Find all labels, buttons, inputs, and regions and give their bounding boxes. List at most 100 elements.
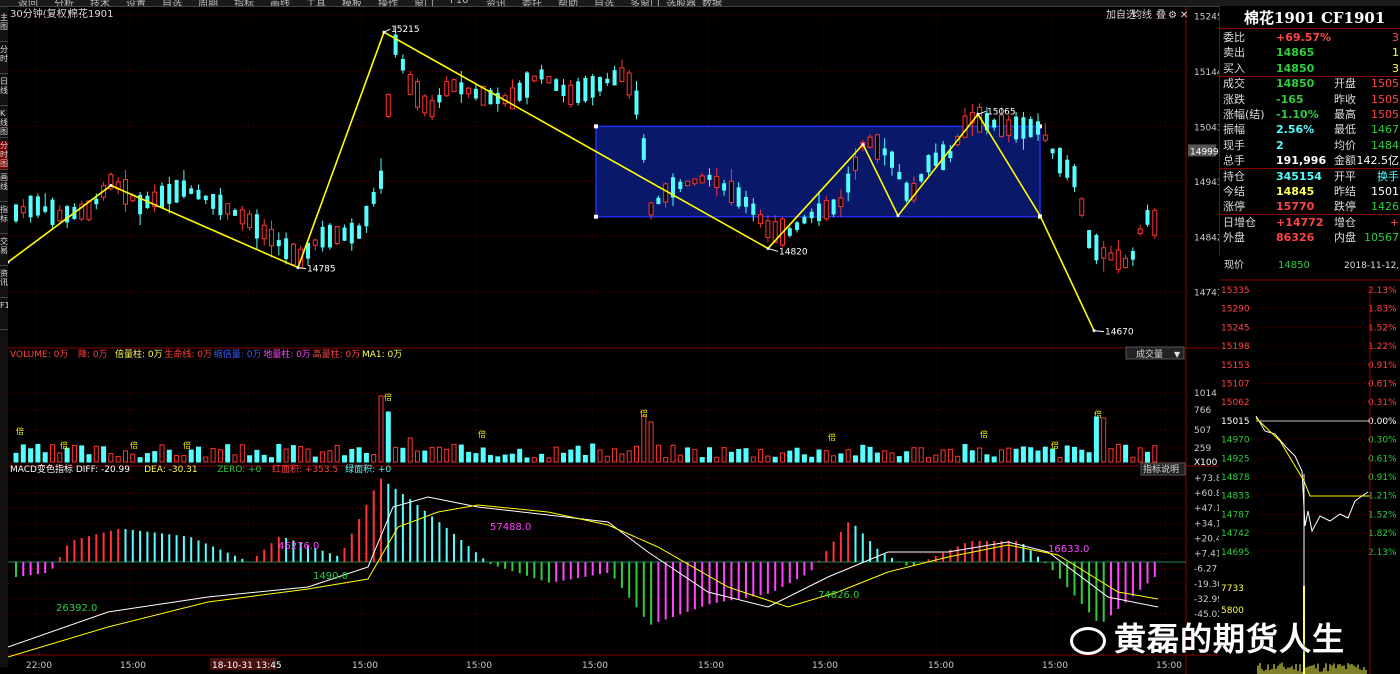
toolbar-item[interactable]: 自选 bbox=[162, 0, 182, 6]
left-tab[interactable]: 分时图 bbox=[0, 141, 8, 170]
wave-point bbox=[1038, 214, 1042, 218]
candle-body-down bbox=[795, 222, 800, 231]
toolbar-item[interactable]: 委托 bbox=[522, 0, 542, 6]
price-tick: 14741 bbox=[1194, 289, 1219, 299]
candle-body-down bbox=[787, 228, 792, 236]
volume-bar bbox=[736, 448, 742, 463]
candle-body-up bbox=[1123, 257, 1129, 269]
quote-value: +69.57% bbox=[1276, 31, 1332, 44]
toolbar-item[interactable]: 分析 bbox=[54, 0, 74, 6]
candle-body-up bbox=[334, 226, 340, 245]
double-volume-marker: 倍 bbox=[384, 392, 392, 402]
time-tick: 15:00 bbox=[120, 661, 146, 671]
time-tick: 15:00 bbox=[466, 661, 492, 671]
toolbar-item[interactable]: F10 bbox=[450, 0, 468, 6]
toolbar-item[interactable]: 操作 bbox=[378, 0, 398, 6]
candle-body-down bbox=[744, 196, 748, 207]
toolbar-item[interactable]: 指标 bbox=[234, 0, 254, 6]
toolbar-item[interactable]: 画线 bbox=[270, 0, 290, 6]
volume-bar bbox=[451, 443, 457, 463]
toolbar-item[interactable]: 模板 bbox=[342, 0, 362, 6]
toolbar-item[interactable]: 资讯 bbox=[486, 0, 506, 6]
candle-body-up bbox=[874, 134, 880, 160]
left-tab[interactable]: 资讯 bbox=[0, 269, 8, 298]
indicator-help-label[interactable]: 指标说明 bbox=[1143, 463, 1179, 475]
quote-label: 涨幅(结) bbox=[1223, 108, 1265, 121]
double-volume-marker: 倍 bbox=[478, 429, 486, 439]
double-volume-marker: 倍 bbox=[1051, 440, 1059, 450]
macd-tick: -19.30 bbox=[1194, 580, 1219, 590]
box-handle[interactable] bbox=[594, 124, 598, 129]
left-tab[interactable]: 主图 bbox=[0, 13, 8, 42]
chevron-down-icon[interactable]: ▼ bbox=[1174, 350, 1181, 359]
left-tab[interactable]: 交易 bbox=[0, 237, 8, 266]
macd-area-label: 16633.0 bbox=[1048, 544, 1089, 555]
volume-bar bbox=[473, 453, 479, 463]
candle-body-up bbox=[1101, 247, 1107, 259]
left-tab[interactable]: 日线 bbox=[0, 77, 8, 106]
quote-value: 换手 bbox=[1377, 169, 1399, 183]
double-volume-marker: 倍 bbox=[980, 429, 988, 439]
time-tick: 15:00 bbox=[1042, 661, 1068, 671]
toolbar-item[interactable]: 设置 bbox=[126, 0, 146, 6]
volume-bar bbox=[575, 445, 581, 463]
left-tab[interactable]: K线图 bbox=[0, 109, 8, 138]
volume-bar bbox=[801, 454, 807, 463]
current-price-tag: 14999 bbox=[1190, 147, 1219, 157]
quote-label: 涨跌 bbox=[1223, 92, 1245, 106]
toolbar-item[interactable]: 选股器 bbox=[666, 0, 696, 6]
candle-body-down bbox=[882, 148, 887, 156]
left-tab[interactable]: 指标 bbox=[0, 205, 8, 234]
top-right-button[interactable]: 均线 bbox=[1132, 8, 1152, 21]
volume-legend-item: 高量柱: 0万 bbox=[313, 348, 361, 360]
volume-bar bbox=[57, 452, 63, 463]
intraday-pct-tick: 0.91% bbox=[1368, 361, 1397, 371]
candle-body-up bbox=[385, 93, 391, 117]
candle-body-up bbox=[1115, 249, 1121, 270]
volume-bar bbox=[911, 447, 917, 463]
intraday-chart[interactable]: 现价 14850 2018-11-12, 15335 2.13% 15290 1.83% 15… bbox=[1220, 256, 1400, 674]
toolbar-item[interactable]: 窗口 bbox=[414, 0, 434, 6]
volume-bar bbox=[999, 449, 1004, 463]
volume-bar bbox=[42, 452, 48, 463]
toolbar-item[interactable]: 自选 bbox=[594, 0, 614, 6]
time-tick: 15:00 bbox=[352, 661, 378, 671]
volume-bar bbox=[619, 453, 625, 463]
box-handle[interactable] bbox=[594, 214, 598, 219]
left-tab[interactable]: F10 bbox=[0, 301, 8, 330]
left-tab[interactable]: 画线 bbox=[0, 173, 8, 202]
quote-label: 开平 bbox=[1334, 169, 1356, 183]
candle-body-down bbox=[561, 84, 566, 96]
candle-body-down bbox=[554, 79, 559, 91]
volume-bar bbox=[480, 447, 486, 463]
volume-bar bbox=[166, 449, 172, 463]
toolbar-item[interactable]: 周期 bbox=[198, 0, 218, 6]
toolbar-item[interactable]: 工具 bbox=[306, 0, 326, 6]
candle-body-up bbox=[415, 81, 420, 108]
candle-body-up bbox=[699, 175, 705, 184]
quote-label: 昨收 bbox=[1334, 92, 1356, 106]
toolbar-item[interactable]: 数据 bbox=[702, 0, 722, 6]
volume-bar bbox=[71, 444, 77, 463]
quote-label: 今结 bbox=[1223, 185, 1245, 198]
volume-bar bbox=[217, 449, 223, 463]
consolidation-box[interactable] bbox=[595, 125, 1041, 218]
toolbar-item[interactable]: 技术 bbox=[90, 0, 110, 6]
volume-bar bbox=[685, 447, 691, 463]
toolbar-item[interactable]: 多窗口 bbox=[630, 0, 660, 6]
candle-body-down bbox=[517, 82, 522, 101]
toolbar-item[interactable]: 帮助 bbox=[558, 0, 578, 6]
top-toolbar[interactable]: 返回 分析 技术 设置 自选 周期 指标 画线 工具 模板 操作 窗口 F10 资讯 委托 帮助 自选 多窗口 选股… bbox=[0, 0, 1400, 7]
candle-body-up bbox=[685, 180, 691, 187]
top-right-button[interactable]: 叠 bbox=[1156, 9, 1166, 21]
quote-value: 1505 bbox=[1371, 92, 1399, 106]
volume-bar bbox=[1042, 446, 1048, 463]
left-tab[interactable]: 分时 bbox=[0, 45, 8, 74]
candle-body-down bbox=[1094, 234, 1099, 261]
volume-bar bbox=[239, 444, 245, 463]
candle-body-down bbox=[1087, 230, 1092, 248]
kline-chart[interactable]: 30分钟(复权)棉花1901加自选均线叠⚙✕152451514415043149… bbox=[8, 7, 1219, 674]
volume-dropdown-label[interactable]: 成交量 bbox=[1136, 348, 1163, 360]
toolbar-item[interactable]: 返回 bbox=[18, 0, 38, 6]
intraday-pct-tick: 0.00% bbox=[1368, 417, 1397, 427]
